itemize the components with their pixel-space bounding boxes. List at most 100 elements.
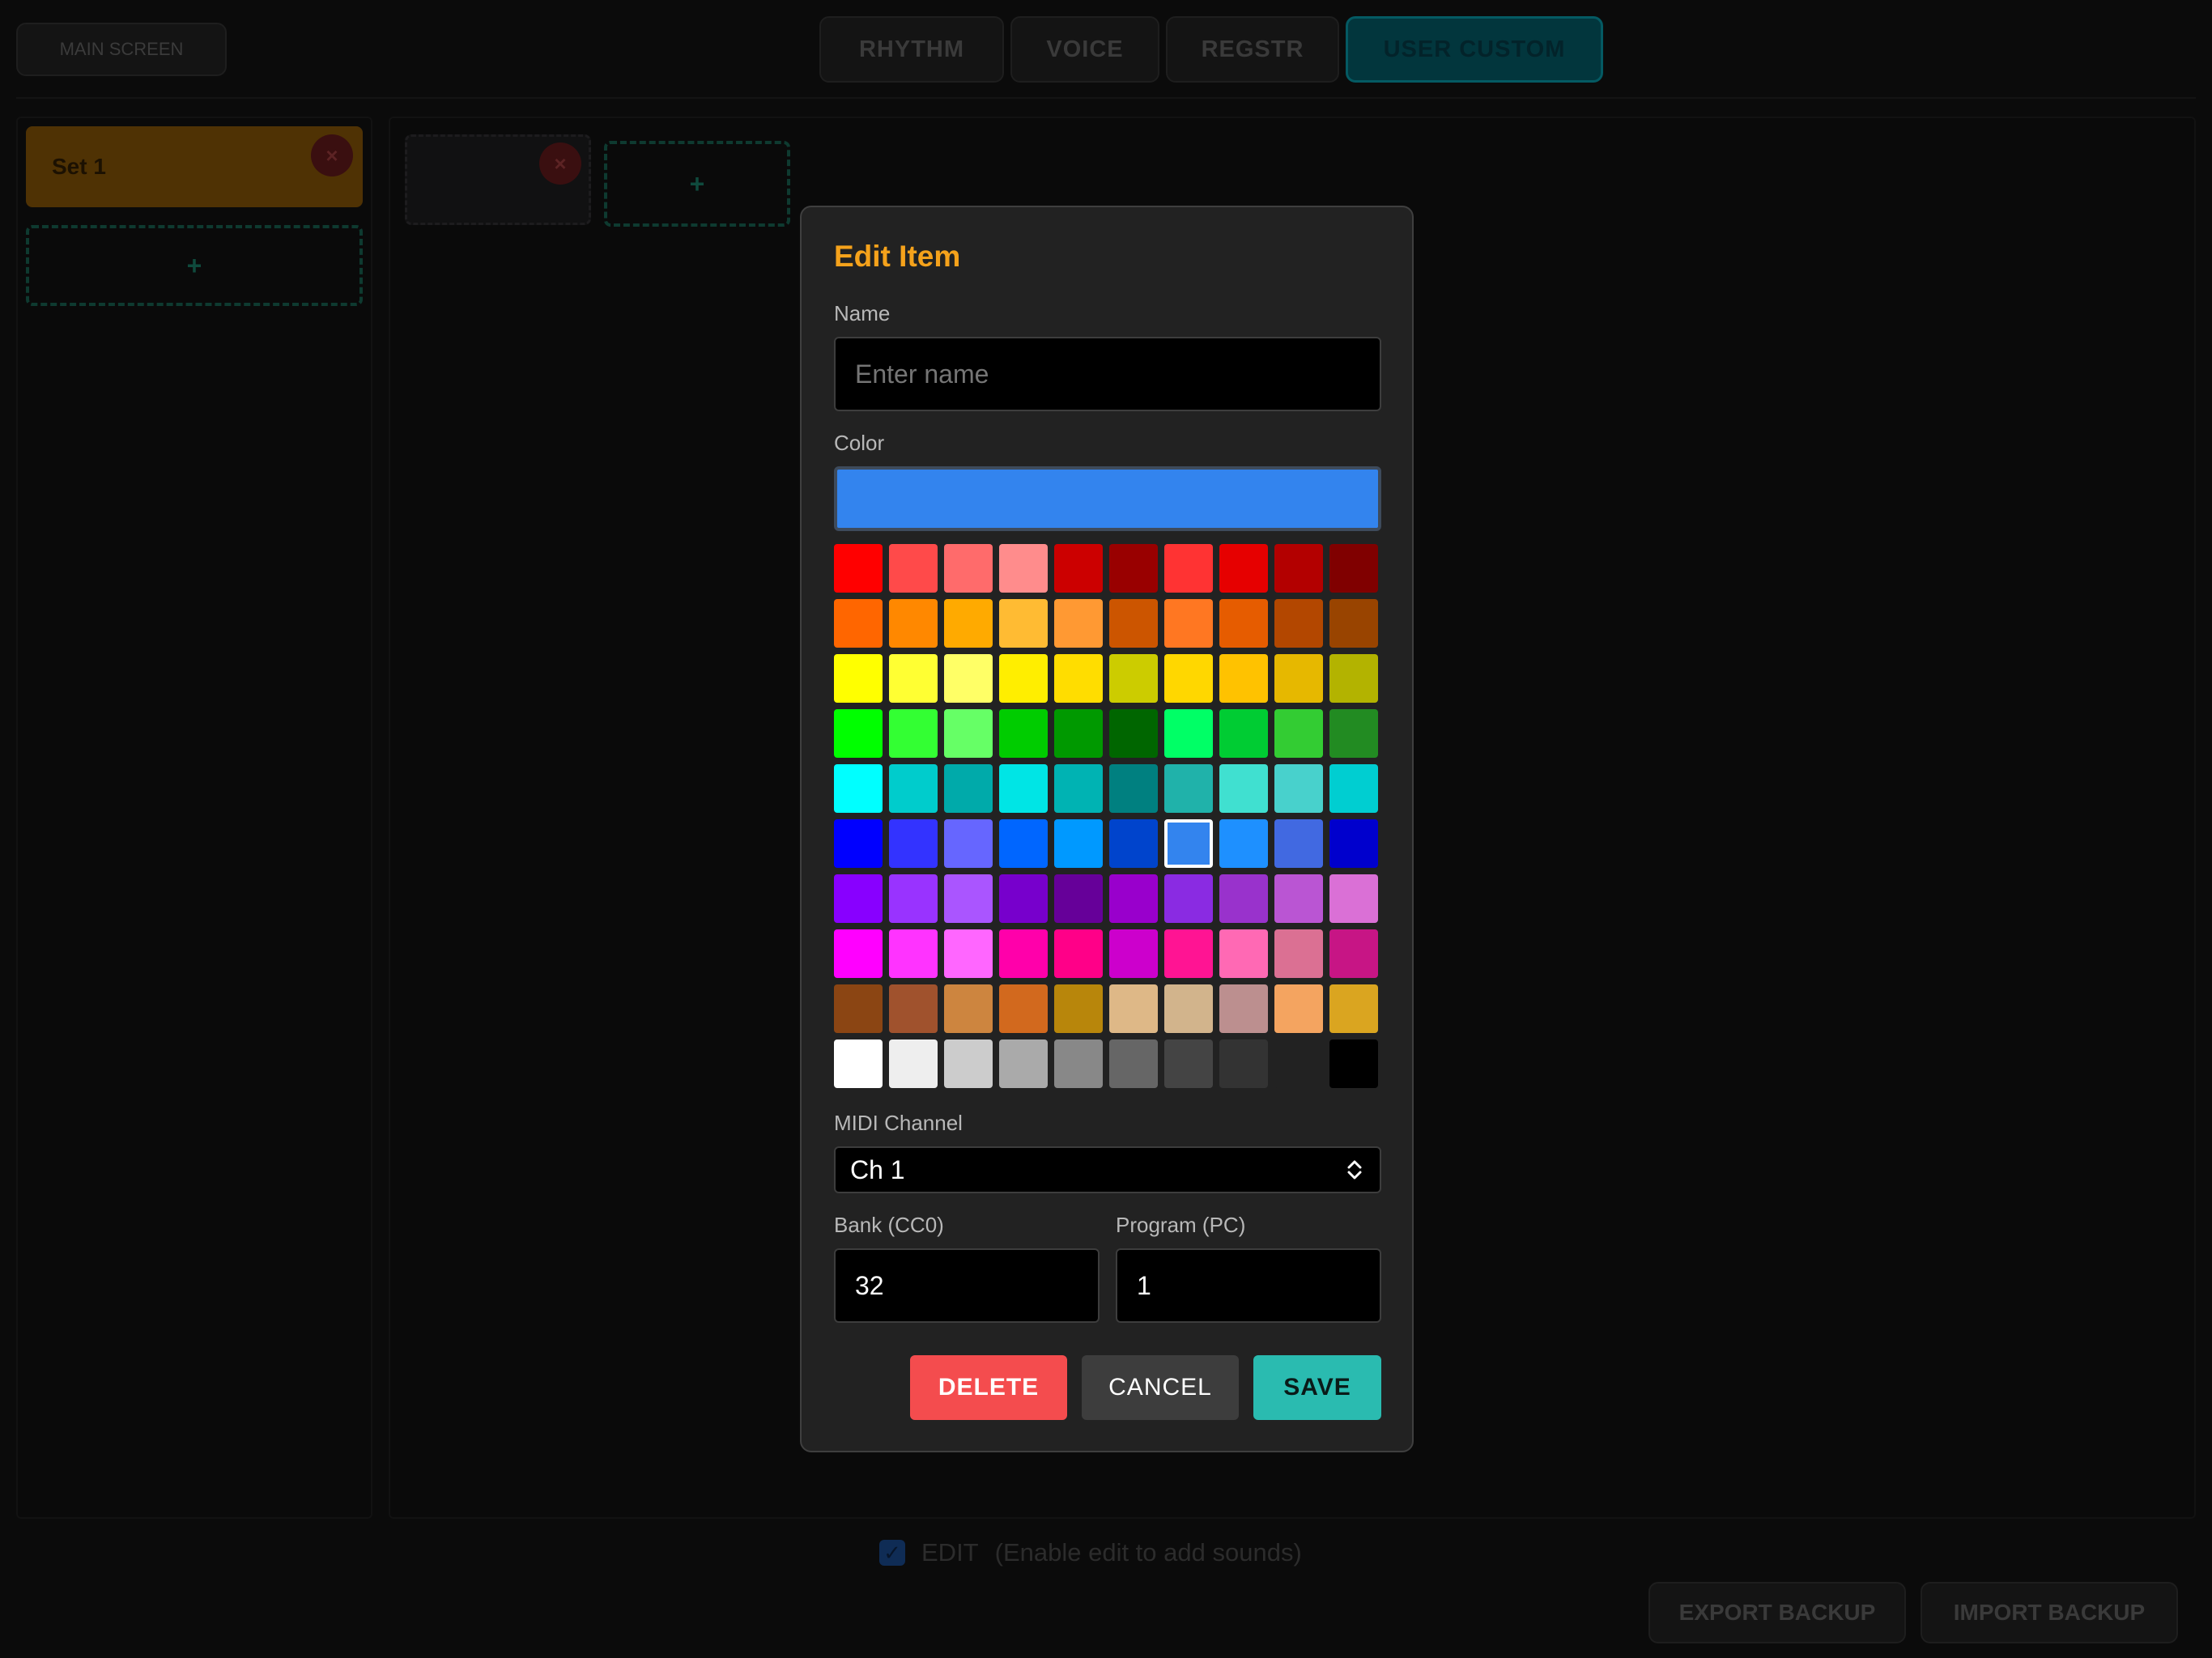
color-swatch[interactable] — [999, 984, 1048, 1033]
color-swatch[interactable] — [944, 819, 993, 868]
color-swatch[interactable] — [1329, 819, 1378, 868]
color-swatch[interactable] — [1109, 709, 1158, 758]
color-swatch[interactable] — [944, 709, 993, 758]
color-swatch[interactable] — [999, 544, 1048, 593]
color-swatch[interactable] — [834, 709, 883, 758]
color-swatch[interactable] — [1329, 709, 1378, 758]
color-swatch[interactable] — [889, 819, 938, 868]
color-swatch[interactable] — [889, 984, 938, 1033]
edit-checkbox[interactable]: ✓ — [879, 1540, 905, 1566]
color-swatch[interactable] — [1109, 929, 1158, 978]
cancel-button[interactable]: CANCEL — [1082, 1355, 1239, 1420]
color-swatch[interactable] — [1274, 984, 1323, 1033]
color-swatch[interactable] — [1054, 599, 1103, 648]
program-input[interactable]: 1 — [1116, 1248, 1381, 1323]
edit-toggle-row[interactable]: ✓ EDIT (Enable edit to add sounds) — [879, 1533, 1446, 1572]
delete-button[interactable]: DELETE — [910, 1355, 1067, 1420]
color-swatch[interactable] — [944, 599, 993, 648]
color-swatch[interactable] — [1219, 764, 1268, 813]
color-swatch[interactable] — [1274, 709, 1323, 758]
color-swatch[interactable] — [834, 599, 883, 648]
color-swatch[interactable] — [944, 764, 993, 813]
color-swatch[interactable] — [1274, 544, 1323, 593]
color-swatch[interactable] — [1219, 654, 1268, 703]
color-swatch[interactable] — [1274, 819, 1323, 868]
color-swatch[interactable] — [1109, 874, 1158, 923]
color-swatch[interactable] — [1219, 984, 1268, 1033]
color-swatch[interactable] — [1164, 709, 1213, 758]
tab-rhythm[interactable]: RHYTHM — [819, 16, 1004, 83]
color-swatch[interactable] — [834, 544, 883, 593]
color-swatch[interactable] — [1274, 654, 1323, 703]
color-swatch[interactable] — [1164, 599, 1213, 648]
color-swatch[interactable] — [1054, 819, 1103, 868]
color-swatch[interactable] — [1329, 544, 1378, 593]
color-swatch[interactable] — [1109, 544, 1158, 593]
color-swatch[interactable] — [1329, 929, 1378, 978]
color-swatch[interactable] — [1164, 984, 1213, 1033]
color-swatch[interactable] — [1109, 1039, 1158, 1088]
color-swatch[interactable] — [1219, 709, 1268, 758]
color-swatch[interactable] — [944, 874, 993, 923]
add-item-button[interactable]: + — [604, 141, 790, 227]
color-preview[interactable] — [834, 466, 1381, 531]
color-swatch[interactable] — [944, 544, 993, 593]
import-backup-button[interactable]: IMPORT BACKUP — [1921, 1582, 2178, 1643]
color-swatch[interactable] — [834, 874, 883, 923]
color-swatch[interactable] — [889, 709, 938, 758]
color-swatch[interactable] — [1109, 599, 1158, 648]
color-swatch[interactable] — [1274, 929, 1323, 978]
color-swatch[interactable] — [1054, 1039, 1103, 1088]
color-swatch[interactable] — [1109, 764, 1158, 813]
color-swatch[interactable] — [1329, 599, 1378, 648]
color-swatch[interactable] — [999, 709, 1048, 758]
color-swatch[interactable] — [999, 599, 1048, 648]
bank-input[interactable]: 32 — [834, 1248, 1100, 1323]
name-input[interactable] — [834, 337, 1381, 411]
color-swatch[interactable] — [1329, 984, 1378, 1033]
color-swatch[interactable] — [1274, 1039, 1323, 1088]
color-swatch[interactable] — [944, 984, 993, 1033]
color-swatch[interactable] — [1164, 544, 1213, 593]
color-swatch[interactable] — [999, 819, 1048, 868]
color-swatch[interactable] — [944, 1039, 993, 1088]
color-swatch[interactable] — [1054, 929, 1103, 978]
color-swatch[interactable] — [1054, 654, 1103, 703]
color-swatch[interactable] — [889, 929, 938, 978]
color-swatch[interactable] — [889, 764, 938, 813]
color-swatch[interactable] — [1329, 1039, 1378, 1088]
color-swatch[interactable] — [1329, 654, 1378, 703]
color-swatch[interactable] — [889, 544, 938, 593]
color-swatch[interactable] — [834, 984, 883, 1033]
color-swatch[interactable] — [944, 654, 993, 703]
main-screen-button[interactable]: MAIN SCREEN — [16, 23, 227, 76]
color-swatch[interactable] — [1109, 984, 1158, 1033]
save-button[interactable]: SAVE — [1253, 1355, 1381, 1420]
color-swatch[interactable] — [1219, 819, 1268, 868]
tab-user-custom[interactable]: USER CUSTOM — [1346, 16, 1603, 83]
color-swatch[interactable] — [1109, 654, 1158, 703]
color-swatch[interactable] — [999, 929, 1048, 978]
color-swatch[interactable] — [1164, 1039, 1213, 1088]
color-swatch[interactable] — [1164, 764, 1213, 813]
color-swatch[interactable] — [834, 929, 883, 978]
midi-channel-select[interactable]: Ch 1 — [834, 1146, 1381, 1193]
color-swatch[interactable] — [1219, 1039, 1268, 1088]
color-swatch[interactable] — [1329, 874, 1378, 923]
color-swatch[interactable] — [1219, 874, 1268, 923]
color-swatch[interactable] — [999, 1039, 1048, 1088]
color-swatch[interactable] — [889, 599, 938, 648]
color-swatch[interactable] — [999, 764, 1048, 813]
color-swatch[interactable] — [834, 819, 883, 868]
color-swatch[interactable] — [1164, 819, 1213, 868]
color-swatch[interactable] — [1054, 544, 1103, 593]
color-swatch[interactable] — [834, 654, 883, 703]
color-swatch[interactable] — [1274, 874, 1323, 923]
export-backup-button[interactable]: EXPORT BACKUP — [1648, 1582, 1906, 1643]
color-swatch[interactable] — [1164, 874, 1213, 923]
remove-item-close-icon[interactable]: × — [539, 142, 581, 185]
color-swatch[interactable] — [889, 654, 938, 703]
color-swatch[interactable] — [1054, 984, 1103, 1033]
color-swatch[interactable] — [834, 764, 883, 813]
color-swatch[interactable] — [889, 1039, 938, 1088]
